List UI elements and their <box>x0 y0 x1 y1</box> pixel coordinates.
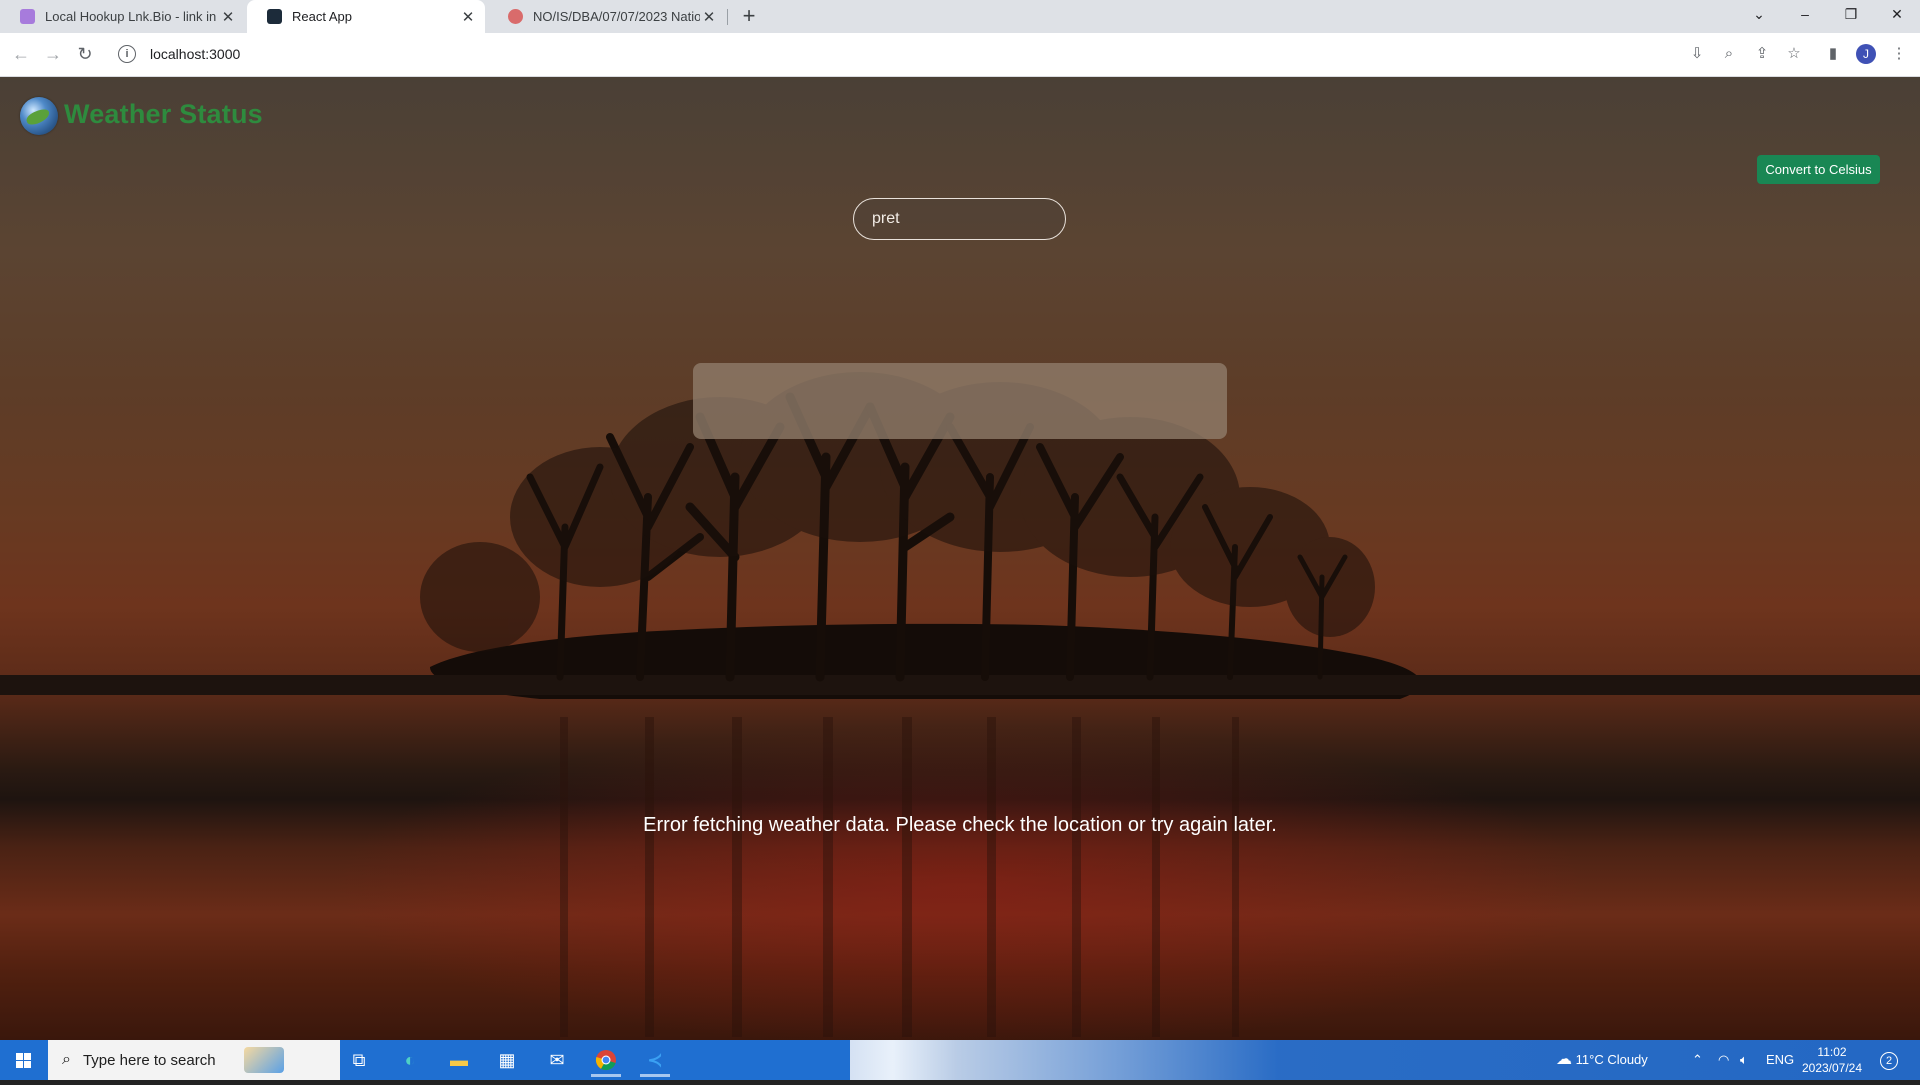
error-message: Error fetching weather data. Please chec… <box>643 814 1277 836</box>
lnkbio-favicon-icon <box>20 9 35 24</box>
clock-date: 2023/07/24 <box>1801 1061 1863 1075</box>
close-icon[interactable]: ✕ <box>459 8 477 26</box>
share-icon[interactable]: ⇪ <box>1751 43 1773 65</box>
taskbar-search-placeholder: Type here to search <box>82 1051 216 1069</box>
site-info-icon[interactable]: i <box>118 45 136 63</box>
chrome-menu-icon[interactable]: ⋮ <box>1888 43 1910 65</box>
search-icon: ⌕ <box>62 1051 71 1068</box>
language-indicator[interactable]: ENG <box>1766 1040 1794 1080</box>
tab-local-hookup[interactable]: Local Hookup Lnk.Bio - link in bio ✕ <box>0 0 245 33</box>
close-icon[interactable]: ✕ <box>700 8 718 26</box>
volume-icon[interactable]: 🔈︎ <box>1740 1040 1748 1080</box>
tab-national[interactable]: NO/IS/DBA/07/07/2023 National ✕ <box>488 0 726 33</box>
bookmark-star-icon[interactable]: ☆ <box>1783 43 1805 65</box>
browser-tab-strip: Local Hookup Lnk.Bio - link in bio ✕ Rea… <box>0 0 1920 33</box>
convert-to-celsius-button[interactable]: Convert to Celsius <box>1757 155 1880 184</box>
address-bar[interactable]: i localhost:3000 <box>108 39 1648 69</box>
back-arrow-icon[interactable]: ← <box>9 42 33 66</box>
tab-title: React App <box>292 9 352 24</box>
file-explorer-icon[interactable]: ▬ <box>444 1046 474 1074</box>
windows-logo-icon <box>16 1053 31 1068</box>
taskbar-preview-strip <box>850 1040 1920 1080</box>
close-window-button[interactable]: ✕ <box>1874 0 1920 30</box>
clock-time: 11:02 <box>1817 1045 1847 1059</box>
show-hidden-icons-chevron-icon[interactable]: ⌃ <box>1692 1040 1703 1080</box>
task-view-icon[interactable]: ⧉ <box>344 1046 374 1074</box>
network-icon[interactable]: ◠ <box>1718 1040 1729 1080</box>
close-icon[interactable]: ✕ <box>219 8 237 26</box>
reload-icon[interactable]: ↻ <box>73 42 97 66</box>
taskbar-search-box[interactable]: ⌕ Type here to search <box>48 1040 340 1080</box>
weather-widget[interactable]: ☁ 11°C Cloudy <box>1556 1040 1648 1080</box>
microsoft-store-icon[interactable]: ▦ <box>492 1046 522 1074</box>
search-highlight-icon <box>243 1047 284 1073</box>
browser-toolbar: ← → ↻ i localhost:3000 ⇩ ⌕ ⇪ ☆ ▮ J ⋮ <box>0 33 1920 77</box>
chrome-logo-icon <box>595 1050 616 1071</box>
tab-search-chevron-icon[interactable]: ⌄ <box>1736 0 1782 30</box>
weather-text: 11°C Cloudy <box>1575 1052 1648 1067</box>
location-search-input[interactable]: pret <box>853 198 1066 240</box>
forward-arrow-icon[interactable]: → <box>41 42 65 66</box>
brand-title: Weather Status <box>64 99 263 129</box>
tab-title: Local Hookup Lnk.Bio - link in bio <box>45 9 219 24</box>
edge-browser-icon[interactable]: ◐ <box>395 1046 425 1074</box>
zoom-icon[interactable]: ⌕ <box>1718 43 1740 65</box>
tab-divider <box>727 9 728 25</box>
new-tab-button[interactable]: + <box>737 4 761 28</box>
mail-icon[interactable]: ✉ <box>542 1046 572 1074</box>
windows-start-button[interactable] <box>0 1040 47 1080</box>
notification-count: 2 <box>1880 1052 1898 1070</box>
chrome-taskbar-icon[interactable] <box>591 1046 621 1077</box>
side-panel-icon[interactable]: ▮ <box>1822 43 1844 65</box>
taskbar-clock[interactable]: 11:02 2023/07/24 <box>1792 1044 1872 1076</box>
react-favicon-icon <box>267 9 282 24</box>
install-app-icon[interactable]: ⇩ <box>1686 43 1708 65</box>
tab-title: NO/IS/DBA/07/07/2023 National <box>533 9 700 24</box>
address-url[interactable]: localhost:3000 <box>150 46 240 62</box>
cloud-icon: ☁ <box>1556 1051 1572 1068</box>
globe-logo-icon <box>20 97 58 135</box>
restore-button[interactable]: ❐ <box>1828 0 1874 30</box>
site-favicon-icon <box>508 9 523 24</box>
weather-info-card <box>693 363 1227 439</box>
windows-taskbar: ⌕ Type here to search ⧉ ◐ ▬ ▦ ✉ ≺ ☁ 11°C… <box>0 1040 1920 1080</box>
notification-center-icon[interactable]: 2 <box>1880 1040 1898 1080</box>
minimize-button[interactable]: – <box>1782 0 1828 30</box>
profile-avatar[interactable]: J <box>1856 44 1876 64</box>
weather-app-page: Weather Status Convert to Celsius pret E… <box>0 77 1920 1040</box>
tab-react-app[interactable]: React App ✕ <box>247 0 485 33</box>
vscode-icon[interactable]: ≺ <box>640 1046 670 1077</box>
